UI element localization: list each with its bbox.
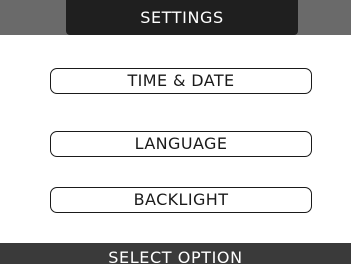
header-tab: SETTINGS (66, 0, 298, 35)
header-bar: SETTINGS (0, 0, 351, 35)
settings-screen: SETTINGS TIME & DATE LANGUAGE BACKLIGHT … (0, 0, 351, 264)
time-date-button[interactable]: TIME & DATE (50, 68, 312, 94)
footer-prompt: SELECT OPTION (108, 248, 243, 264)
page-title: SETTINGS (140, 8, 224, 27)
footer-bar: SELECT OPTION (0, 243, 351, 264)
language-button[interactable]: LANGUAGE (50, 131, 312, 157)
backlight-button[interactable]: BACKLIGHT (50, 187, 312, 213)
menu-area: TIME & DATE LANGUAGE BACKLIGHT (0, 35, 351, 243)
